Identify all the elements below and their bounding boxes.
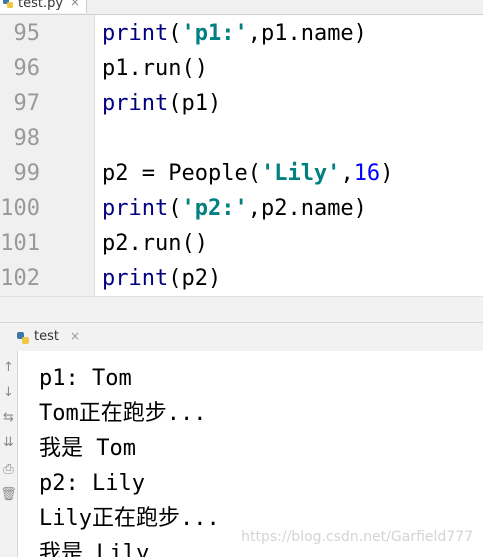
code-text: (: [168, 196, 182, 221]
trash-icon[interactable]: 🗑: [0, 486, 17, 504]
run-toolbar: ↑ ↓ ⇆ ⇊ ⎙ 🗑: [0, 351, 18, 557]
code-text: ): [380, 161, 394, 186]
editor-tab-bar: test.py ×: [0, 0, 483, 15]
console-output-line: 我是 Tom: [39, 436, 136, 461]
line-number: 102: [0, 266, 40, 291]
code-text: (p1): [168, 91, 222, 116]
file-tab[interactable]: test.py ×: [0, 0, 87, 13]
editor-bottom-spacer: [0, 296, 483, 323]
rerun-down-icon[interactable]: ↓: [0, 384, 17, 402]
line-number: 97: [13, 91, 41, 116]
code-string: 'p1:': [181, 21, 248, 46]
code-keyword: print: [102, 91, 169, 116]
console-output-line: p2: Lily: [39, 471, 145, 496]
code-keyword: print: [102, 266, 169, 291]
close-tab-icon[interactable]: ×: [70, 0, 80, 9]
scroll-to-end-icon[interactable]: ⇊: [0, 434, 17, 452]
code-line[interactable]: p2 = People('Lily',16): [102, 156, 393, 191]
python-file-icon: [3, 0, 13, 8]
code-string: 'Lily': [260, 161, 341, 186]
code-text: (p2): [168, 266, 222, 291]
code-text: ,p1.name): [247, 21, 367, 46]
watermark: https://blog.csdn.net/Garfield777: [241, 529, 473, 545]
line-number: 95: [13, 21, 41, 46]
code-text: p2 = People(: [102, 161, 261, 186]
python-run-icon: [17, 332, 29, 344]
console-output-line: 我是 Lily: [39, 541, 150, 557]
code-line[interactable]: print('p2:',p2.name): [102, 191, 367, 226]
run-tool-window-header: test ×: [0, 322, 483, 352]
code-text: ,: [340, 161, 354, 186]
line-number: 101: [0, 231, 40, 256]
console-output-line: p1: Tom: [39, 366, 132, 391]
code-text: ,p2.name): [247, 196, 367, 221]
line-number: 96: [13, 56, 41, 81]
line-number-gutter: 95 96 97 98 99 100 101 102: [0, 15, 95, 296]
code-keyword: print: [102, 21, 169, 46]
code-line[interactable]: print(p1): [102, 86, 221, 121]
line-number: 98: [13, 126, 41, 151]
close-run-tab-icon[interactable]: ×: [70, 329, 80, 343]
code-line[interactable]: p2.run(): [102, 226, 208, 261]
code-text: p2.run(): [102, 231, 208, 256]
console-output-line: Tom正在跑步...: [39, 401, 207, 426]
console-output-line: Lily正在跑步...: [39, 506, 220, 531]
soft-wrap-icon[interactable]: ⇆: [0, 409, 17, 427]
code-line[interactable]: p1.run(): [102, 51, 208, 86]
line-number: 99: [13, 161, 41, 186]
code-text: p1.run(): [102, 56, 208, 81]
line-number: 100: [0, 196, 40, 221]
code-text: (: [168, 21, 182, 46]
code-editor[interactable]: test.py × 95 96 97 98 99 100 101 102 print('p1:…: [0, 0, 483, 296]
run-tab-test[interactable]: test: [34, 329, 59, 344]
code-keyword: print: [102, 196, 169, 221]
rerun-up-icon[interactable]: ↑: [0, 359, 17, 377]
console-output[interactable]: p1: Tom Tom正在跑步... 我是 Tom p2: Lily Lily正在跑步.…: [18, 351, 483, 557]
print-icon[interactable]: ⎙: [0, 461, 17, 479]
code-line[interactable]: print('p1:',p1.name): [102, 16, 367, 51]
file-tab-label: test.py: [18, 0, 64, 11]
code-string: 'p2:': [181, 196, 248, 221]
code-line[interactable]: print(p2): [102, 261, 221, 296]
code-number: 16: [353, 161, 381, 186]
